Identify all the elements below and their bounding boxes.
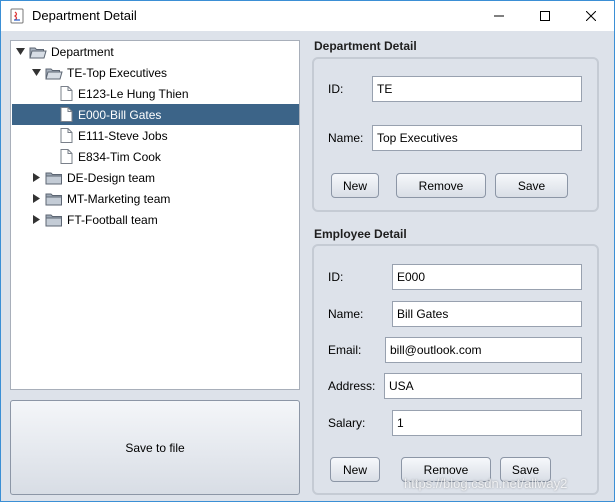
emp-id-label: ID: [328, 270, 344, 284]
emp-salary-label: Salary: [328, 416, 366, 430]
emp-new-button[interactable]: New [330, 457, 380, 482]
department-detail-title: Department Detail [314, 39, 417, 53]
tree-group-label: DE-Design team [67, 170, 156, 185]
employee-detail-title: Employee Detail [314, 227, 407, 241]
expanded-arrow-icon[interactable] [30, 67, 42, 79]
tree-leaf-label: E123-Le Hung Thien [78, 86, 189, 101]
folder-open-icon [29, 47, 47, 58]
tree-node-de[interactable]: DE-Design team [30, 167, 155, 188]
main-window: Department Detail Department TE-Top Exec… [0, 0, 615, 502]
emp-name-label: Name: [328, 307, 364, 321]
department-tree[interactable]: Department TE-Top Executives E123-Le Hun… [10, 40, 300, 390]
tree-node-root[interactable]: Department [14, 41, 114, 62]
emp-address-field[interactable]: USA [384, 373, 582, 399]
maximize-button[interactable] [522, 1, 568, 31]
dept-save-button[interactable]: Save [495, 173, 568, 198]
emp-address-label: Address: [328, 379, 376, 393]
dept-name-field[interactable]: Top Executives [372, 125, 582, 151]
tree-leaf-label: E000-Bill Gates [78, 107, 162, 122]
emp-name-field[interactable]: Bill Gates [392, 301, 582, 327]
tree-node-mt[interactable]: MT-Marketing team [30, 188, 170, 209]
java-app-icon [10, 8, 24, 24]
folder-closed-icon [45, 172, 62, 184]
collapsed-arrow-icon[interactable] [30, 193, 42, 205]
title-bar[interactable]: Department Detail [1, 1, 614, 31]
tree-leaf-label: E111-Steve Jobs [78, 128, 168, 143]
tree-leaf-e000-selected[interactable]: E000-Bill Gates [12, 104, 299, 125]
folder-open-icon [45, 68, 63, 79]
tree-leaf-e123[interactable]: E123-Le Hung Thien [60, 83, 189, 104]
dept-id-field[interactable]: TE [372, 76, 582, 102]
folder-closed-icon [45, 214, 62, 226]
tree-leaf-e111[interactable]: E111-Steve Jobs [60, 125, 168, 146]
close-icon [586, 11, 596, 21]
save-to-file-button[interactable]: Save to file [10, 400, 300, 495]
emp-salary-field[interactable]: 1 [392, 410, 582, 436]
employee-detail-panel: ID: E000 Name: Bill Gates Email: bill@ou… [312, 244, 599, 495]
collapsed-arrow-icon[interactable] [30, 214, 42, 226]
dept-id-label: ID: [328, 82, 344, 96]
minimize-button[interactable] [476, 1, 522, 31]
tree-group-label: FT-Football team [67, 212, 158, 227]
collapsed-arrow-icon[interactable] [30, 172, 42, 184]
tree-node-te[interactable]: TE-Top Executives [30, 62, 167, 83]
maximize-icon [540, 11, 550, 21]
emp-email-field[interactable]: bill@outlook.com [385, 337, 582, 363]
tree-leaf-e834[interactable]: E834-Tim Cook [60, 146, 161, 167]
file-icon [60, 107, 73, 122]
file-icon [60, 149, 73, 164]
minimize-icon [494, 15, 504, 17]
window-title: Department Detail [32, 8, 137, 23]
tree-leaf-label: E834-Tim Cook [78, 149, 161, 164]
dept-name-label: Name: [328, 131, 364, 145]
dept-remove-button[interactable]: Remove [396, 173, 486, 198]
tree-group-label: TE-Top Executives [67, 65, 168, 80]
expanded-arrow-icon[interactable] [14, 46, 26, 58]
tree-group-label: MT-Marketing team [67, 191, 171, 206]
file-icon [60, 128, 73, 143]
tree-root-label: Department [51, 44, 114, 59]
folder-closed-icon [45, 193, 62, 205]
close-button[interactable] [568, 1, 614, 31]
dept-new-button[interactable]: New [331, 173, 379, 198]
file-icon [60, 86, 73, 101]
tree-node-ft[interactable]: FT-Football team [30, 209, 158, 230]
emp-id-field[interactable]: E000 [392, 264, 582, 290]
department-detail-panel: ID: TE Name: Top Executives New Remove S… [312, 57, 599, 212]
watermark-text: https://blog.csdn.net/allway2 [404, 476, 568, 491]
emp-email-label: Email: [328, 343, 362, 357]
